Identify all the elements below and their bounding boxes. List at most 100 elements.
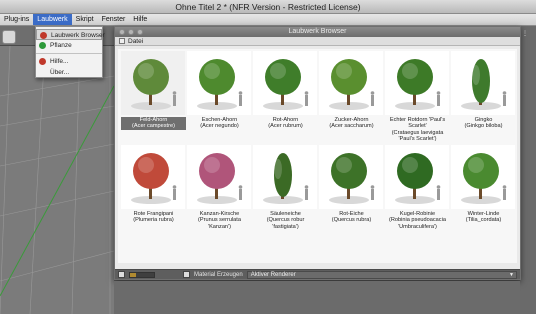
renderer-select[interactable]: Aktiver Renderer ▼	[246, 270, 517, 279]
plant-thumbnail	[385, 51, 449, 115]
plant-grid: Feld-Ahorn (Acer campestre) Eschen-Ahorn (A…	[118, 49, 517, 263]
plant-tile[interactable]: Säuleneiche (Quercus robur'fastigiata')	[253, 145, 318, 230]
tree-icon	[263, 59, 309, 110]
plant-caption: Rote Frangipani (Plumeria rubra)	[121, 211, 186, 224]
menu-hilfe[interactable]: Hilfe	[129, 14, 151, 25]
chevron-down-icon: ▼	[509, 271, 514, 278]
plant-caption: Kanzan-Kirsche (Prunus serrulata 'Kanzan')	[187, 211, 252, 230]
plant-thumbnail	[121, 145, 185, 209]
tree-icon	[263, 153, 309, 204]
dropdown-item-3[interactable]: Hilfe...	[36, 56, 102, 67]
plant-botanical-name: (Acer campestre)	[132, 123, 175, 130]
plant-caption: Feld-Ahorn (Acer campestre)	[121, 117, 186, 130]
plant-tile[interactable]: Echter Rotdorn 'Paul's Scarlet' (Crataegus…	[385, 51, 450, 143]
plant-botanical-name: (Plumeria rubra)	[133, 217, 174, 224]
plant-caption: Rot-Eiche (Quercus rubra)	[319, 211, 384, 224]
laubwerk-menu-dropdown: Laubwerk Browser Pflanze Hilfe... Über...	[35, 26, 105, 78]
minimize-window-icon[interactable]	[128, 29, 134, 35]
tree-icon	[461, 153, 507, 204]
close-window-icon[interactable]	[119, 29, 125, 35]
plant-botanical-name: (Robinia pseudoacacia	[389, 217, 446, 224]
plant-botanical-name: (Acer rubrum)	[268, 123, 303, 130]
plant-tile[interactable]: Rote Frangipani (Plumeria rubra)	[121, 145, 186, 224]
plant-tile[interactable]: Rot-Ahorn (Acer rubrum)	[253, 51, 318, 130]
menu-separator	[36, 53, 102, 54]
plant-botanical-name: (Tilia_cordata)	[465, 217, 502, 224]
browser-bottom-bar: Material Erzeugen Aktiver Renderer ▼	[115, 269, 520, 279]
plant-caption: Winter-Linde (Tilia_cordata)	[451, 211, 516, 224]
dropdown-item-2[interactable]: Pflanze	[36, 40, 102, 51]
plant-thumbnail	[187, 51, 251, 115]
plant-caption: Kugel-Robinie (Robinia pseudoacacia 'Umbra…	[385, 211, 450, 230]
dropdown-item-4[interactable]: Über...	[36, 67, 102, 78]
right-panel-marker: ⋮	[522, 31, 528, 37]
renderer-value: Aktiver Renderer	[250, 271, 296, 278]
plant-thumbnail	[319, 145, 383, 209]
plant-thumbnail	[253, 145, 317, 209]
tree-icon	[395, 153, 441, 204]
plant-tile[interactable]: Gingko (Ginkgo biloba)	[451, 51, 516, 130]
menu-datei[interactable]: Datei	[128, 38, 143, 45]
tree-icon	[197, 153, 243, 204]
plant-botanical-name: 'Umbraculifera')	[398, 223, 437, 230]
size-slider[interactable]	[129, 271, 155, 278]
browser-menubar: Datei	[115, 37, 520, 46]
plant-tile[interactable]: Feld-Ahorn (Acer campestre)	[121, 51, 186, 130]
plant-thumbnail	[187, 145, 251, 209]
menu-fenster[interactable]: Fenster	[98, 14, 130, 25]
window-controls	[119, 29, 143, 35]
plant-caption: Säuleneiche (Quercus robur'fastigiata')	[253, 211, 318, 230]
dropdown-item-1[interactable]: Laubwerk Browser	[36, 29, 105, 40]
toggle-checkbox[interactable]	[118, 271, 125, 278]
plant-caption: Zucker-Ahorn (Acer saccharum)	[319, 117, 384, 130]
slider-fill	[130, 272, 136, 277]
material-checkbox[interactable]	[183, 271, 190, 278]
laubwerk-browser-window: Laubwerk Browser Datei Feld-Ahorn (Acer c…	[114, 26, 521, 280]
plant-thumbnail	[253, 51, 317, 115]
plant-caption: Gingko (Ginkgo biloba)	[451, 117, 516, 130]
material-label: Material Erzeugen	[194, 271, 243, 278]
plant-tile[interactable]: Eschen-Ahorn (Acer negundo)	[187, 51, 252, 130]
tree-icon	[131, 59, 177, 110]
3d-viewport[interactable]	[0, 46, 114, 314]
browser-title-bar[interactable]: Laubwerk Browser	[115, 27, 520, 37]
dropdown-item-label: Pflanze	[50, 42, 72, 49]
plant-thumbnail	[319, 51, 383, 115]
plant-tile[interactable]: Kanzan-Kirsche (Prunus serrulata 'Kanzan')	[187, 145, 252, 230]
plant-tile[interactable]: Zucker-Ahorn (Acer saccharum)	[319, 51, 384, 130]
plant-botanical-name: 'Paul's Scarlet')	[398, 136, 437, 143]
plant-botanical-name: (Acer saccharum)	[329, 123, 374, 130]
tree-icon	[329, 59, 375, 110]
tree-icon	[197, 59, 243, 110]
plant-icon	[39, 42, 46, 49]
plant-tile[interactable]: Kugel-Robinie (Robinia pseudoacacia 'Umbra…	[385, 145, 450, 230]
plant-caption: Rot-Ahorn (Acer rubrum)	[253, 117, 318, 130]
menu-laubwerk[interactable]: Laubwerk	[33, 14, 72, 25]
right-panel-strip: ⋮	[520, 26, 536, 314]
plant-botanical-name: (Acer negundo)	[200, 123, 239, 130]
plant-tile[interactable]: Rot-Eiche (Quercus rubra)	[319, 145, 384, 224]
plant-tile[interactable]: Winter-Linde (Tilia_cordata)	[451, 145, 516, 224]
laubwerk-browser-icon	[40, 32, 47, 39]
lower-panel	[114, 281, 520, 314]
undo-tool-icon[interactable]	[2, 30, 16, 44]
plant-botanical-name: (Ginkgo biloba)	[464, 123, 503, 130]
browser-title: Laubwerk Browser	[288, 28, 347, 35]
dropdown-item-label: Hilfe...	[50, 58, 69, 65]
plant-caption: Echter Rotdorn 'Paul's Scarlet' (Crataegus…	[385, 117, 450, 143]
plant-botanical-name: 'Kanzan')	[208, 223, 231, 230]
help-icon	[39, 58, 46, 65]
dropdown-item-label: Laubwerk Browser	[51, 32, 105, 39]
tree-icon	[329, 153, 375, 204]
menu-skript[interactable]: Skript	[72, 14, 98, 25]
zoom-window-icon[interactable]	[137, 29, 143, 35]
app-title: Ohne Titel 2 * (NFR Version - Restricted…	[0, 0, 536, 14]
plant-caption: Eschen-Ahorn (Acer negundo)	[187, 117, 252, 130]
viewport-grid	[0, 46, 114, 314]
plant-thumbnail	[451, 51, 515, 115]
panel-grip-icon[interactable]	[119, 38, 125, 44]
plant-thumbnail	[121, 51, 185, 115]
menubar: Plug-ins Laubwerk Skript Fenster Hilfe	[0, 14, 536, 26]
menu-plug-ins[interactable]: Plug-ins	[0, 14, 33, 25]
plant-thumbnail	[385, 145, 449, 209]
